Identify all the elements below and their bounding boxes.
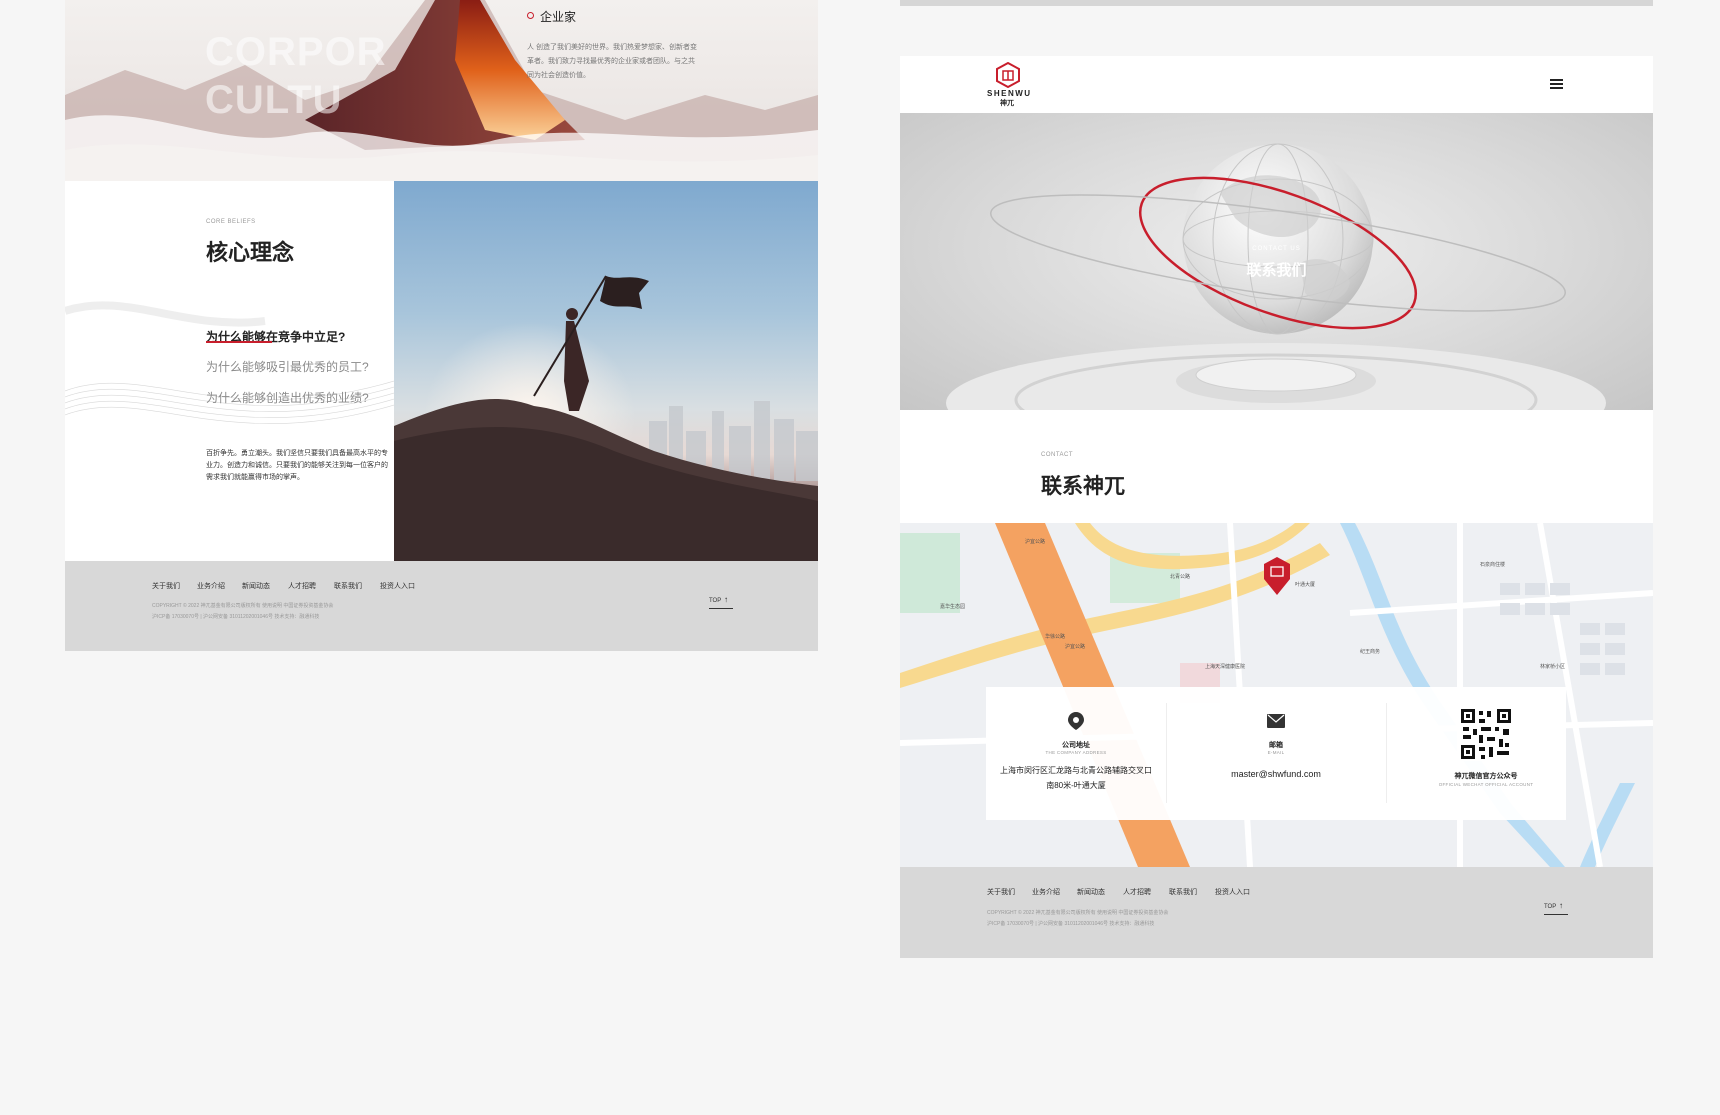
back-to-top-button[interactable]: TOP ↑ [1544,901,1570,918]
mountain-flag-photo [394,181,818,561]
site-header: SHENWU 神兀 [900,56,1653,113]
footer-nav-business[interactable]: 业务介绍 [197,581,225,591]
footer-nav-news[interactable]: 新闻动态 [1077,887,1105,897]
card-divider [1386,703,1387,803]
ghost-title-line1: CORPOR [205,30,387,74]
footer-nav-business[interactable]: 业务介绍 [1032,887,1060,897]
map-label: 北青公路 [1170,574,1191,580]
map-label: 沪宜公路 [1025,539,1046,545]
core-beliefs-section: CORE BELIEFS 核心理念 为什么能够在竞争中立足? 为什么能够吸引最优… [65,181,394,561]
back-to-top-button[interactable]: TOP ↑ [709,595,735,612]
left-page-mockup: CORPOR CULTU 企业家 人 创造了我们美好的世界。我们热爱梦想家、创新… [65,0,818,651]
footer-nav-investor[interactable]: 投资人入口 [380,581,415,591]
banner-title: 联系我们 [1246,262,1307,279]
address-line-1: 上海市闵行区汇龙路与北青公路辅路交叉口 [1000,766,1152,775]
footer-copyright: COPYRIGHT © 2022 神兀基金有限公司版权所有 使用说明 中国证券投… [152,603,334,609]
logo-wordmark: SHENWU [987,89,1032,98]
previous-page-bottom-edge [900,0,1653,6]
up-arrow-icon: ↑ [724,595,728,604]
address-title: 公司地址 [1062,742,1090,749]
contact-banner: CONTACT US 联系我们 [900,113,1653,410]
location-pin-icon [1068,712,1084,730]
banner-subtitle: CONTACT US [1252,246,1301,252]
map-label: 上海天深健康医院 [1205,664,1246,670]
question-3[interactable]: 为什么能够创造出优秀的业绩? [206,389,369,406]
entrepreneur-text-line: 同为社会创造价值。 [527,72,590,79]
wechat-subtitle: OFFICIAL WECHAT OFFICIAL ACCOUNT [1438,782,1534,787]
footer-nav-news[interactable]: 新闻动态 [242,581,270,591]
footer-nav-contact[interactable]: 联系我们 [334,581,362,591]
top-underline [1544,914,1568,915]
menu-icon[interactable] [1550,78,1564,92]
logo-chinese: 神兀 [1000,100,1014,107]
contact-heading-section: CONTACT 联系神兀 [900,410,1653,523]
contact-label: CONTACT [1041,452,1074,458]
corporate-culture-hero: CORPOR CULTU 企业家 人 创造了我们美好的世界。我们热爱梦想家、创新… [65,0,818,181]
map-label: 纪王商务 [1360,649,1381,655]
map-label: 嘉华生态园 [940,604,966,610]
footer-nav-about[interactable]: 关于我们 [152,581,180,591]
email-title: 邮箱 [1269,742,1283,749]
map-label: 叶通大厦 [1295,582,1316,588]
active-question-underline [206,341,272,343]
footer-nav-careers[interactable]: 人才招聘 [1123,887,1151,897]
map-label: 林家桥小区 [1540,664,1566,670]
top-underline [709,608,733,609]
entrepreneur-text-line: 革者。我们致力寻找最优秀的企业家或者团队。与之共 [527,58,695,65]
beliefs-body-line: 百折争先。勇立潮头。我们坚信只要我们具备最高水平的专 [206,450,388,457]
bullet-dot-icon [527,12,534,19]
right-page-mockup: SHENWU 神兀 CONTACT US 联系我们 CONTACT 联系神兀 沪… [900,56,1653,958]
footer-icp: 沪ICP备 17030070号 | 沪公网安备 31011202001046号 … [987,921,1155,927]
beliefs-body-line: 业力。创造力和诚信。只要我们的能够关注到每一位客户的 [206,462,388,469]
map-label: 沪宜公路 [1065,644,1086,650]
contact-info-card: 公司地址 THE COMPANY ADDRESS 上海市闵行区汇龙路与北青公路辅… [986,687,1566,820]
core-beliefs-label: CORE BELIEFS [206,219,256,225]
footer-copyright: COPYRIGHT © 2022 神兀基金有限公司版权所有 使用说明 中国证券投… [987,910,1169,916]
top-label: TOP [709,598,722,604]
shenwu-logo-icon[interactable] [996,62,1020,88]
email-link[interactable]: master@shwfund.com [1186,769,1366,779]
map-label: 石泉商住楼 [1480,562,1506,568]
footer-nav-contact[interactable]: 联系我们 [1169,887,1197,897]
address-subtitle: THE COMPANY ADDRESS [1045,750,1107,755]
address-line-2: 南80米-叶通大厦 [1046,781,1106,790]
card-divider [1166,703,1167,803]
up-arrow-icon: ↑ [1559,901,1563,910]
qr-code-icon [1459,707,1513,761]
email-subtitle: E-MAIL [1267,750,1285,755]
mail-icon [1267,714,1285,728]
volcano-illustration [65,0,818,181]
footer-nav-investor[interactable]: 投资人入口 [1215,887,1250,897]
climber-with-flag-image [394,181,818,561]
question-2[interactable]: 为什么能够吸引最优秀的员工? [206,358,369,375]
footer-nav-careers[interactable]: 人才招聘 [288,581,316,591]
entrepreneur-title: 企业家 [540,10,577,24]
core-beliefs-heading: 核心理念 [206,240,295,265]
ghost-title-line2: CULTU [205,78,343,122]
top-label: TOP [1544,904,1557,910]
footer-nav-about[interactable]: 关于我们 [987,887,1015,897]
wechat-title: 神兀微信官方公众号 [1454,773,1518,780]
contact-heading: 联系神兀 [1041,475,1125,498]
location-map[interactable]: 沪宜公路 叶通大厦 北青公路 嘉华生态园 石泉商住楼 华徐公路 上海天深健康医院… [900,523,1653,867]
left-footer: 关于我们 业务介绍 新闻动态 人才招聘 联系我们 投资人入口 COPYRIGHT… [65,561,818,651]
right-footer: 关于我们 业务介绍 新闻动态 人才招聘 联系我们 投资人入口 COPYRIGHT… [900,867,1653,958]
entrepreneur-text-line: 人 创造了我们美好的世界。我们热爱梦想家、创新者变 [527,44,697,51]
footer-icp: 沪ICP备 17030070号 | 沪公网安备 31011202001046号 … [152,614,320,620]
map-label: 华徐公路 [1045,634,1066,640]
beliefs-body-line: 需求我们就能赢得市场的掌声。 [206,474,304,481]
